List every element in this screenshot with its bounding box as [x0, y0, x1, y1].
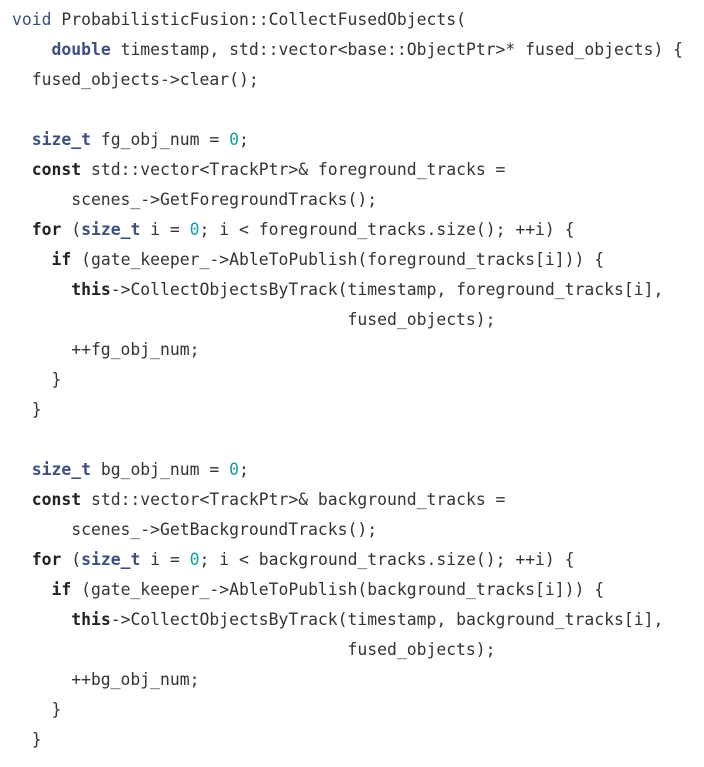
- code-token: size_t: [81, 550, 141, 569]
- code-token: this: [71, 280, 111, 299]
- code-token: }: [12, 400, 42, 419]
- code-token: i =: [140, 220, 190, 239]
- code-line: size_t bg_obj_num = 0;: [12, 455, 683, 485]
- code-token: scenes_->GetBackgroundTracks();: [12, 520, 378, 539]
- code-token: size_t: [81, 220, 141, 239]
- code-token: std::vector<TrackPtr>& foreground_tracks…: [81, 160, 506, 179]
- code-token: (: [61, 220, 82, 239]
- code-token: ->CollectObjectsByTrack(timestamp, backg…: [110, 610, 664, 629]
- code-token: }: [12, 700, 62, 719]
- code-line: scenes_->GetForegroundTracks();: [12, 185, 683, 215]
- code-token: (: [61, 550, 82, 569]
- code-line: }: [12, 725, 683, 755]
- code-line: const std::vector<TrackPtr>& foreground_…: [12, 155, 683, 185]
- code-token: ; i < foreground_tracks.size(); ++i) {: [199, 220, 575, 239]
- code-line: ++fg_obj_num;: [12, 335, 683, 365]
- code-token: (gate_keeper_->AbleToPublish(background_…: [71, 580, 605, 599]
- code-token: fg_obj_num =: [90, 130, 230, 149]
- code-line: this->CollectObjectsByTrack(timestamp, f…: [12, 275, 683, 305]
- code-token: ;: [239, 130, 249, 149]
- code-line: ++bg_obj_num;: [12, 665, 683, 695]
- code-token: const: [31, 490, 82, 509]
- code-line: }: [12, 365, 683, 395]
- code-token: if: [51, 580, 72, 599]
- code-line: if (gate_keeper_->AbleToPublish(backgrou…: [12, 575, 683, 605]
- code-token: 0: [189, 220, 200, 239]
- code-token: ++fg_obj_num;: [12, 340, 200, 359]
- code-token: for: [31, 220, 62, 239]
- code-token: }: [12, 370, 62, 389]
- code-token: fused_objects);: [12, 310, 496, 329]
- code-token: size_t: [31, 130, 91, 149]
- code-line: void ProbabilisticFusion::CollectFusedOb…: [12, 5, 683, 35]
- code-token: 0: [229, 460, 239, 479]
- code-line: for (size_t i = 0; i < background_tracks…: [12, 545, 683, 575]
- code-token: ProbabilisticFusion::CollectFusedObjects…: [51, 10, 466, 29]
- code-line: if (gate_keeper_->AbleToPublish(foregrou…: [12, 245, 683, 275]
- code-line: size_t fg_obj_num = 0;: [12, 125, 683, 155]
- code-token: if: [51, 250, 72, 269]
- code-token: 0: [189, 550, 200, 569]
- code-line: fused_objects);: [12, 305, 683, 335]
- code-line: fused_objects->clear();: [12, 65, 683, 95]
- code-line: }: [12, 695, 683, 725]
- code-token: this: [71, 610, 111, 629]
- code-line: scenes_->GetBackgroundTracks();: [12, 515, 683, 545]
- code-token: (gate_keeper_->AbleToPublish(foreground_…: [71, 250, 605, 269]
- code-line: const std::vector<TrackPtr>& background_…: [12, 485, 683, 515]
- code-token: for: [31, 550, 62, 569]
- code-token: void: [12, 10, 52, 29]
- code-line: double timestamp, std::vector<base::Obje…: [12, 35, 683, 65]
- code-token: ;: [239, 460, 249, 479]
- code-token: std::vector<TrackPtr>& background_tracks…: [81, 490, 506, 509]
- code-line: }: [12, 395, 683, 425]
- code-block: void ProbabilisticFusion::CollectFusedOb…: [12, 5, 683, 755]
- code-token: ->CollectObjectsByTrack(timestamp, foreg…: [110, 280, 664, 299]
- code-line: fused_objects);: [12, 635, 683, 665]
- code-token: const: [31, 160, 82, 179]
- code-token: double: [51, 40, 111, 59]
- code-token: 0: [229, 130, 239, 149]
- code-token: scenes_->GetForegroundTracks();: [12, 190, 378, 209]
- code-token: size_t: [31, 460, 91, 479]
- code-line: this->CollectObjectsByTrack(timestamp, b…: [12, 605, 683, 635]
- code-token: ; i < background_tracks.size(); ++i) {: [199, 550, 575, 569]
- code-token: ++bg_obj_num;: [12, 670, 200, 689]
- code-token: fused_objects->clear();: [12, 70, 259, 89]
- code-token: }: [12, 730, 42, 749]
- code-line: for (size_t i = 0; i < foreground_tracks…: [12, 215, 683, 245]
- code-token: bg_obj_num =: [90, 460, 230, 479]
- code-token: fused_objects);: [12, 640, 496, 659]
- code-token: timestamp, std::vector<base::ObjectPtr>*…: [110, 40, 684, 59]
- code-token: i =: [140, 550, 190, 569]
